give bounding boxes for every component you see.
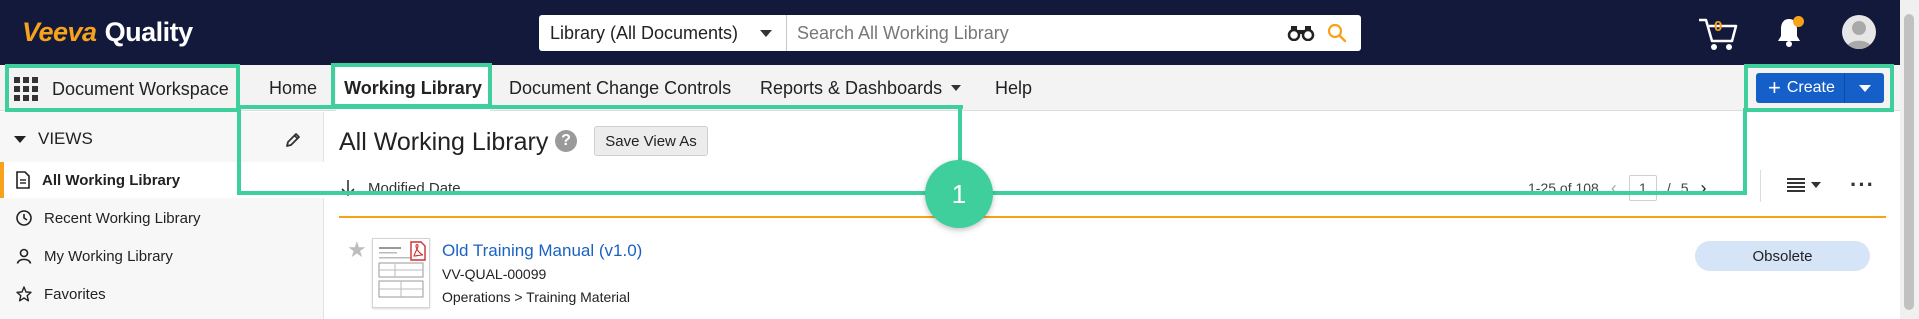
list-item: ★ Old Training Manual (v1.0) VV-QUAL-000… [339, 219, 1886, 319]
pdf-thumbnail-icon [378, 241, 426, 298]
search-scope-label: Library (All Documents) [550, 22, 739, 43]
highlight-connector-right [1743, 108, 1747, 195]
previous-page-icon[interactable]: ‹ [1611, 178, 1617, 199]
page-title: All Working Library [339, 128, 549, 156]
brand-name: Veeva [22, 16, 97, 47]
search-scope-select[interactable]: Library (All Documents) [539, 15, 787, 51]
sidebar-item-recent-working-library[interactable]: Recent Working Library [0, 200, 324, 236]
sort-arrow-icon [341, 180, 355, 197]
tab-home-label: Home [269, 77, 318, 98]
help-icon[interactable]: ? [555, 130, 577, 152]
document-icon [16, 171, 30, 189]
product-name: Quality [104, 16, 194, 47]
sort-control[interactable]: Modified Date [340, 176, 461, 200]
workspace-label: Document Workspace [52, 78, 229, 99]
create-dropdown-button[interactable] [1845, 73, 1884, 103]
status-badge: Obsolete [1695, 241, 1870, 271]
pagination-range: 1-25 of 108 [1528, 180, 1599, 196]
chevron-down-icon [760, 30, 772, 37]
sidebar-item-label: Favorites [44, 285, 106, 303]
save-view-as-button[interactable]: Save View As [594, 126, 708, 156]
sidebar-item-my-working-library[interactable]: My Working Library [0, 238, 324, 274]
sidebar-item-label: Recent Working Library [44, 209, 201, 227]
page-number-input[interactable]: 1 [1628, 175, 1657, 201]
sidebar-item-favorites[interactable]: Favorites [0, 276, 324, 312]
scrollbar-thumb[interactable] [1904, 14, 1914, 310]
tab-working-library[interactable]: Working Library [336, 65, 490, 111]
plus-icon: + [1768, 75, 1781, 100]
chevron-down-icon [951, 85, 962, 91]
nav-bar: Document Workspace Home Working Library … [0, 65, 1900, 111]
top-bar: Veeva Quality Library (All Documents) 0 [0, 0, 1900, 65]
views-header[interactable]: VIEWS [14, 129, 93, 149]
star-icon [16, 286, 32, 302]
tab-working-library-label: Working Library [344, 77, 482, 98]
views-label: VIEWS [38, 129, 93, 148]
tab-reports-dashboards-label: Reports & Dashboards [760, 77, 943, 98]
chevron-down-icon [1811, 182, 1821, 188]
document-thumbnail[interactable] [372, 238, 430, 308]
tab-reports-dashboards[interactable]: Reports & Dashboards [760, 65, 962, 111]
sidebar-item-all-working-library[interactable]: All Working Library [0, 162, 324, 198]
divider [339, 216, 1886, 218]
search-input[interactable] [787, 15, 1361, 51]
tab-help[interactable]: Help [995, 65, 1032, 111]
tab-document-change-controls-label: Document Change Controls [509, 77, 732, 98]
toolbar-divider [1760, 170, 1761, 202]
binoculars-icon[interactable] [1287, 25, 1315, 41]
notification-dot [1793, 16, 1804, 27]
total-pages: 5 [1680, 180, 1689, 196]
tab-help-label: Help [995, 77, 1033, 98]
view-mode-toggle[interactable] [1786, 177, 1821, 193]
document-title-link[interactable]: Old Training Manual (v1.0) [442, 241, 642, 261]
create-label: Create [1786, 79, 1835, 96]
veeva-quality-logo[interactable]: Veeva Quality [22, 14, 193, 50]
search-bar: Library (All Documents) [539, 15, 1361, 51]
sidebar-item-label: My Working Library [44, 247, 173, 265]
more-actions-icon[interactable]: ··· [1850, 174, 1875, 196]
app-grid-icon [14, 77, 40, 101]
tab-document-change-controls[interactable]: Document Change Controls [509, 65, 731, 111]
document-classification: Operations > Training Material [442, 289, 630, 305]
sort-label: Modified Date [368, 179, 461, 197]
user-icon [1846, 21, 1872, 49]
avatar[interactable] [1842, 15, 1876, 49]
step-badge: 1 [925, 160, 993, 228]
search-icon[interactable] [1327, 23, 1347, 43]
chevron-down-icon [1858, 84, 1871, 92]
person-icon [16, 248, 32, 264]
tab-home[interactable]: Home [269, 65, 317, 111]
workspace-switcher[interactable]: Document Workspace [14, 77, 229, 101]
collapse-triangle-icon [14, 135, 26, 143]
clock-icon [16, 210, 32, 226]
cart-count-badge: 0 [1714, 18, 1723, 35]
pagination: 1-25 of 108 ‹ 1 / 5 › [1528, 175, 1719, 201]
sidebar-item-label: All Working Library [42, 171, 181, 189]
create-main-button[interactable]: + Create [1756, 73, 1845, 103]
create-button: + Create [1756, 73, 1884, 103]
sidebar: VIEWS All Working Library Recent Working… [0, 112, 324, 319]
pencil-icon[interactable] [284, 131, 302, 149]
next-page-icon[interactable]: › [1701, 178, 1707, 199]
page-separator: / [1666, 180, 1671, 196]
list-view-icon [1787, 178, 1805, 192]
document-number: VV-QUAL-00099 [442, 266, 547, 282]
favorite-star-icon[interactable]: ★ [347, 237, 367, 263]
